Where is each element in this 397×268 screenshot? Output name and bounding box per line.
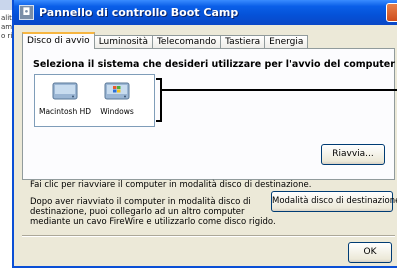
title-bar[interactable]: ◘ Pannello di controllo Boot Camp bbox=[14, 0, 397, 25]
disk-label-macintosh-hd: Macintosh HD bbox=[38, 107, 92, 116]
target-mode-description: Dopo aver riavviato il computer in modal… bbox=[30, 197, 276, 227]
window-title: Pannello di controllo Boot Camp bbox=[39, 6, 239, 19]
ok-button[interactable]: OK bbox=[348, 242, 392, 263]
tab-brightness[interactable]: Luminosità bbox=[93, 35, 153, 49]
startup-disk-panel: Seleziona il sistema che desideri utiliz… bbox=[22, 48, 397, 180]
tab-startup-disk[interactable]: Disco di avvio bbox=[22, 32, 95, 49]
annotation-callout-line bbox=[162, 89, 397, 91]
mac-drive-icon bbox=[52, 82, 78, 100]
footer-divider bbox=[22, 235, 395, 237]
tab-strip: Disco di avvio Luminosità Telecomando Tasti… bbox=[22, 32, 309, 49]
boot-camp-app-icon: ◘ bbox=[19, 5, 34, 20]
tab-remote[interactable]: Telecomando bbox=[151, 35, 222, 49]
target-disk-mode-button[interactable]: Modalità disco di destinazione... bbox=[271, 191, 397, 212]
tab-power[interactable]: Energia bbox=[264, 35, 309, 49]
target-mode-instruction: Fai clic per riavviare il computer in mo… bbox=[30, 180, 312, 190]
disk-label-windows: Windows bbox=[100, 107, 134, 116]
disk-item-macintosh-hd[interactable]: Macintosh HD bbox=[38, 80, 92, 116]
restart-button[interactable]: Riavvia... bbox=[321, 144, 385, 165]
disk-selection-list: Macintosh HD Windows bbox=[34, 74, 155, 127]
close-button[interactable] bbox=[386, 3, 397, 22]
windows-drive-icon bbox=[104, 82, 130, 100]
annotation-bracket bbox=[156, 78, 162, 122]
tab-keyboard[interactable]: Tastiera bbox=[220, 35, 266, 49]
boot-camp-control-panel-window: ◘ Pannello di controllo Boot Camp Disco … bbox=[12, 0, 397, 268]
disk-item-windows[interactable]: Windows bbox=[90, 80, 144, 116]
startup-disk-heading: Seleziona il sistema che desideri utiliz… bbox=[33, 59, 395, 70]
